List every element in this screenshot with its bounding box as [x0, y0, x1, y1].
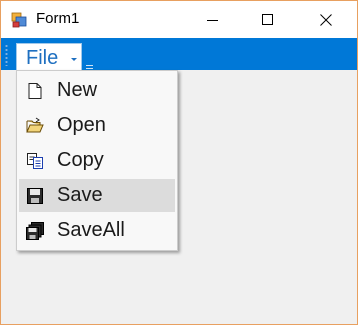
toolstrip-grip[interactable] [5, 44, 8, 66]
close-button[interactable] [303, 1, 349, 38]
close-icon [320, 14, 332, 26]
new-document-icon [26, 82, 44, 100]
dropdown-arrow-icon [71, 58, 77, 61]
app-icon [11, 12, 27, 28]
open-folder-icon [26, 117, 44, 135]
menu-item-save[interactable]: Save [19, 179, 175, 212]
window: Form1 File New Open Copy Save SaveAll [0, 0, 358, 325]
menu-item-copy[interactable]: Copy [19, 144, 175, 177]
menu-item-saveall[interactable]: SaveAll [19, 214, 175, 247]
menu-item-label: Save [57, 184, 103, 206]
maximize-button[interactable] [245, 1, 291, 38]
menu-toolstrip: File [1, 38, 357, 70]
menu-item-label: SaveAll [57, 219, 125, 241]
file-menu-button[interactable]: File [16, 43, 82, 70]
copy-icon [26, 152, 44, 170]
maximize-icon [262, 14, 273, 25]
file-dropdown-menu: New Open Copy Save SaveAll [16, 70, 178, 251]
save-icon [26, 187, 44, 205]
menu-item-new[interactable]: New [19, 74, 175, 107]
save-all-icon [26, 222, 44, 240]
file-menu-label: File [26, 47, 59, 69]
minimize-icon [207, 20, 218, 21]
window-title: Form1 [36, 10, 80, 27]
title-bar[interactable]: Form1 [1, 1, 357, 38]
menu-item-label: Open [57, 114, 106, 136]
menu-item-open[interactable]: Open [19, 109, 175, 142]
menu-item-label: Copy [57, 149, 104, 171]
menu-item-label: New [57, 79, 98, 101]
minimize-button[interactable] [190, 1, 236, 38]
toolstrip-overflow-icon[interactable] [86, 65, 93, 69]
